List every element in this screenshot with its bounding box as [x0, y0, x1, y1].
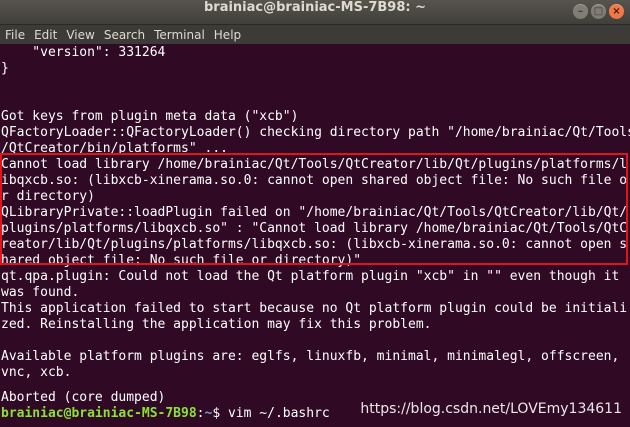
title-bar[interactable]: brainiac@brainiac-MS-7B98: ~ – □ ×	[0, 0, 630, 25]
minimize-icon[interactable]: –	[573, 4, 588, 19]
menu-help[interactable]: Help	[210, 28, 245, 42]
menu-bar: File Edit View Search Terminal Help	[0, 25, 630, 44]
prompt-symbol: $	[212, 406, 228, 421]
window-controls: – □ ×	[573, 4, 624, 19]
terminal-line: QFactoryLoader::QFactoryLoader() checkin…	[1, 125, 630, 140]
prompt-separator: :	[196, 406, 205, 421]
close-icon[interactable]: ×	[609, 4, 624, 19]
prompt-line[interactable]: brainiac@brainiac-MS-7B98:~$ vim ~/.bash…	[1, 406, 330, 422]
terminal-line: Available platform plugins are: eglfs, l…	[1, 349, 620, 364]
window-title: brainiac@brainiac-MS-7B98: ~	[203, 0, 427, 15]
menu-view[interactable]: View	[62, 28, 98, 42]
terminal-line: Got keys from plugin meta data ("xcb")	[1, 109, 299, 124]
prompt-command: vim ~/.bashrc	[227, 406, 330, 421]
terminal-line: This application failed to start because…	[1, 301, 628, 316]
terminal-output[interactable]: "version": 331264 } Got keys from plugin…	[0, 44, 630, 427]
terminal-line: qt.qpa.plugin: Could not load the Qt pla…	[1, 269, 620, 284]
terminal-line: Aborted (core dumped)	[1, 390, 166, 405]
terminal-line: zed. Reinstalling the application may fi…	[1, 317, 432, 332]
menu-file[interactable]: File	[0, 28, 29, 42]
terminal-line: was found.	[1, 285, 80, 300]
maximize-icon[interactable]: □	[591, 4, 606, 19]
watermark-url: https://blog.csdn.net/LOVEmy134611	[360, 401, 622, 417]
menu-edit[interactable]: Edit	[30, 28, 61, 42]
terminal-line: }	[1, 61, 9, 76]
terminal-line: "version": 331264	[1, 45, 166, 60]
terminal-line: vnc, xcb.	[1, 365, 72, 380]
menu-terminal[interactable]: Terminal	[150, 28, 209, 42]
error-highlight-box	[0, 153, 628, 265]
prompt-user-host: brainiac@brainiac-MS-7B98	[1, 406, 197, 421]
menu-search[interactable]: Search	[100, 28, 149, 42]
